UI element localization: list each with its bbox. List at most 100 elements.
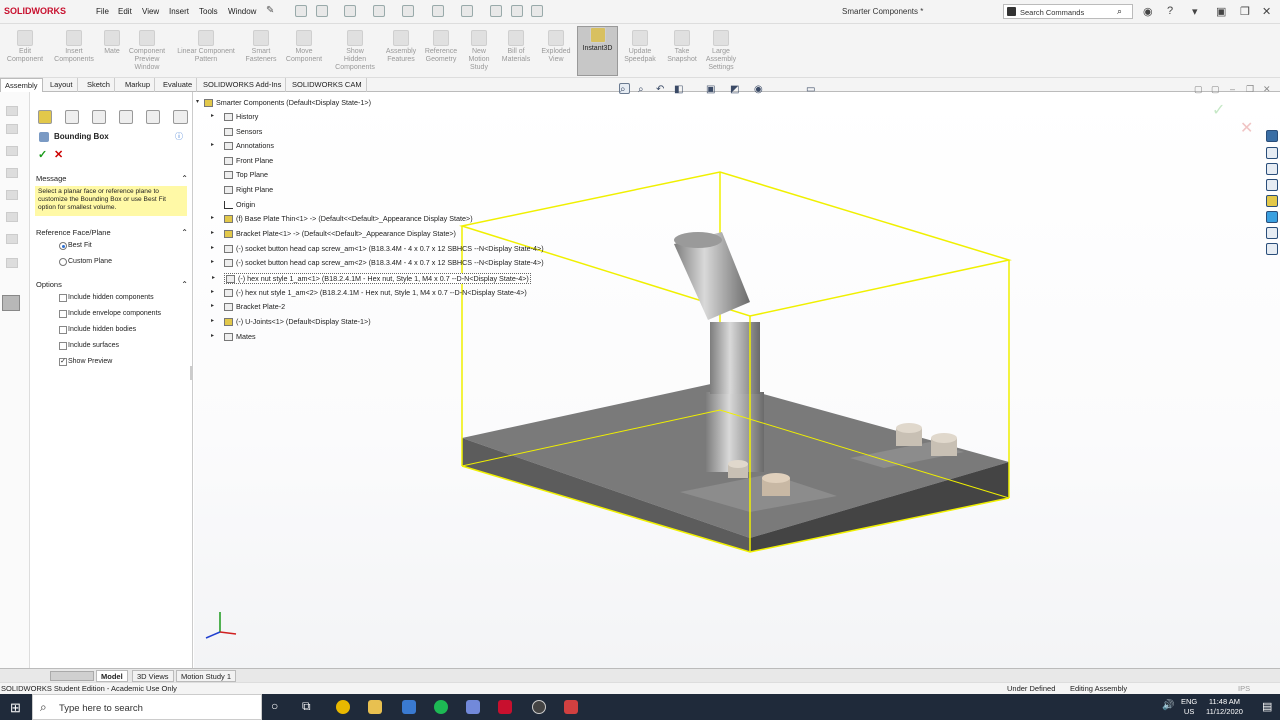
file-properties-icon[interactable] — [511, 5, 523, 17]
collapse-icon[interactable]: ⌃ — [181, 174, 188, 183]
task-scheduler-icon[interactable] — [1266, 243, 1278, 255]
tree-item-sensors[interactable]: Sensors — [224, 127, 262, 137]
model-view[interactable] — [194, 92, 1280, 668]
input-language[interactable]: ENG US — [1181, 697, 1197, 717]
checkbox[interactable] — [59, 342, 67, 350]
show-preview-checkbox[interactable]: ✓ Show Preview — [59, 358, 112, 366]
home-icon[interactable] — [295, 5, 307, 17]
speaker-icon[interactable]: 🔊 — [1162, 700, 1174, 711]
menu-window[interactable]: Window — [228, 7, 256, 16]
tab-model[interactable]: Model — [96, 670, 128, 682]
rebuild-icon[interactable] — [490, 5, 502, 17]
checkbox[interactable] — [59, 326, 67, 334]
windows-start-icon[interactable]: ⊞ — [10, 700, 21, 716]
solidworks-forum-icon[interactable] — [1266, 227, 1278, 239]
exploded-view-button[interactable]: Exploded View — [533, 30, 579, 64]
tree-item-base-plate[interactable]: ▸ (f) Base Plate Thin<1> -> (Default<<Def… — [211, 214, 473, 224]
viewport-restore-icon[interactable]: ▢ — [1211, 84, 1220, 95]
task-view-icon[interactable]: ⧉ — [302, 699, 311, 714]
dimxpert-tab-icon[interactable] — [119, 110, 133, 124]
confirm-corner-ok-icon[interactable]: ✓ — [1212, 100, 1225, 120]
checkbox[interactable] — [59, 294, 67, 302]
update-speedpak-button[interactable]: Update Speedpak — [617, 30, 663, 64]
feature-manager-tab-icon[interactable] — [38, 110, 52, 124]
radio-icon[interactable] — [59, 258, 67, 266]
menu-file[interactable]: File — [96, 7, 109, 16]
relations-icon[interactable] — [6, 258, 18, 268]
menu-edit[interactable]: Edit — [118, 7, 132, 16]
chrome-icon[interactable] — [336, 700, 350, 714]
view-settings-icon[interactable]: ▭ — [806, 84, 815, 95]
view-palette-icon[interactable] — [1266, 179, 1278, 191]
collapse-icon[interactable]: ⌃ — [181, 228, 188, 237]
tree-item-mates[interactable]: ▸ Mates — [211, 332, 256, 342]
tab-scroll-arrows-icon[interactable] — [50, 671, 94, 681]
best-fit-radio[interactable]: Best Fit — [59, 242, 92, 250]
custom-plane-radio[interactable]: Custom Plane — [59, 258, 112, 266]
display-manager-tab-icon[interactable] — [146, 110, 160, 124]
solidworks-logo[interactable]: SOLIDWORKS — [4, 6, 66, 16]
help-icon[interactable]: ⓘ — [175, 131, 183, 142]
bounding-box-tool-icon[interactable] — [2, 295, 20, 311]
taskbar-clock[interactable]: 11:48 AM 11/12/2020 — [1206, 697, 1243, 717]
solidworks-tools-icon[interactable] — [564, 700, 578, 714]
large-assembly-settings-button[interactable]: Large Assembly Settings — [698, 30, 744, 72]
section-view-icon[interactable]: ◧ — [674, 84, 683, 95]
graphics-area[interactable]: ▾ Smarter Components (Default<Display Sta… — [194, 83, 1280, 668]
tree-root[interactable]: ▾ Smarter Components (Default<Display Sta… — [196, 98, 371, 108]
tab-solidworks-cam[interactable]: SOLIDWORKS CAM — [288, 78, 367, 92]
radio-icon[interactable] — [59, 242, 67, 250]
include-surfaces-checkbox[interactable]: Include surfaces — [59, 342, 119, 350]
tree-item-right-plane[interactable]: Right Plane — [224, 185, 273, 195]
zoom-to-fit-icon[interactable]: ⌕ — [620, 84, 626, 95]
mail-icon[interactable] — [402, 700, 416, 714]
tree-item-annotations[interactable]: ▸ Annotations — [211, 141, 274, 151]
taskbar-search-input[interactable]: ⌕ Type here to search — [32, 694, 262, 720]
pin-icon[interactable]: ✎ — [266, 5, 274, 16]
tree-item-history[interactable]: ▸ History — [211, 112, 258, 122]
undo-icon[interactable] — [432, 5, 444, 17]
solidworks-taskbar-icon[interactable] — [498, 700, 512, 714]
tab-sketch[interactable]: Sketch — [83, 78, 115, 92]
confirm-corner-cancel-icon[interactable]: ✕ — [1240, 118, 1253, 138]
tab-layout[interactable]: Layout — [46, 78, 78, 92]
help-icon[interactable]: ? — [1167, 5, 1173, 17]
cancel-button[interactable]: ✕ — [54, 148, 63, 161]
ok-button[interactable]: ✓ — [38, 148, 47, 161]
window-layout-icon[interactable]: ▣ — [1216, 5, 1226, 18]
app-icon[interactable] — [532, 700, 546, 714]
tab-3d-views[interactable]: 3D Views — [132, 670, 174, 682]
reference-section-header[interactable]: Reference Face/Plane ⌃ — [36, 228, 188, 237]
search-commands-input[interactable]: Search Commands ⌕ — [1003, 4, 1133, 19]
viewport-minimize-icon[interactable]: – — [1230, 84, 1235, 94]
options-section-header[interactable]: Options ⌃ — [36, 280, 188, 289]
tree-item-top-plane[interactable]: Top Plane — [224, 170, 268, 180]
menu-view[interactable]: View — [142, 7, 159, 16]
tree-item-hex-nut-1[interactable]: ▸ (-) hex nut style 1_am<1> (B18.2.4.1M -… — [212, 273, 531, 285]
trim-tool-icon[interactable] — [6, 190, 18, 200]
cortana-icon[interactable]: ○ — [271, 699, 278, 713]
help-dropdown-icon[interactable]: ▾ — [1192, 5, 1198, 18]
save-icon[interactable] — [373, 5, 385, 17]
view-orientation-icon[interactable]: ▣ — [706, 84, 715, 95]
smart-dimension-icon[interactable] — [6, 234, 18, 244]
linear-component-pattern-button[interactable]: Linear Component Pattern — [172, 30, 240, 64]
solidworks-resources-icon[interactable] — [1266, 130, 1278, 142]
collapse-icon[interactable]: ⌃ — [181, 280, 188, 289]
checkbox-checked[interactable]: ✓ — [59, 358, 67, 366]
display-style-icon[interactable]: ◩ — [730, 84, 739, 95]
tree-item-origin[interactable]: Origin — [224, 200, 255, 210]
tree-item-u-joints[interactable]: ▸ (-) U-Joints<1> (Default<Display State-… — [211, 317, 371, 327]
tab-assembly[interactable]: Assembly — [0, 78, 43, 92]
more-tabs-icon[interactable] — [173, 110, 188, 124]
edit-component-button[interactable]: Edit Component — [2, 30, 48, 64]
tree-item-bracket-plate-2[interactable]: ▸ Bracket Plate-2 — [211, 302, 285, 312]
arc-tool-icon[interactable] — [6, 146, 18, 156]
file-explorer-icon[interactable] — [368, 700, 382, 714]
viewport-close-icon[interactable]: ✕ — [1263, 84, 1271, 95]
viewport-maximize-icon[interactable]: ❐ — [1246, 84, 1254, 95]
tab-markup[interactable]: Markup — [121, 78, 156, 92]
show-hidden-components-button[interactable]: Show Hidden Components — [332, 30, 378, 72]
include-hidden-bodies-checkbox[interactable]: Include hidden bodies — [59, 326, 136, 334]
close-window-icon[interactable]: ✕ — [1262, 5, 1271, 18]
